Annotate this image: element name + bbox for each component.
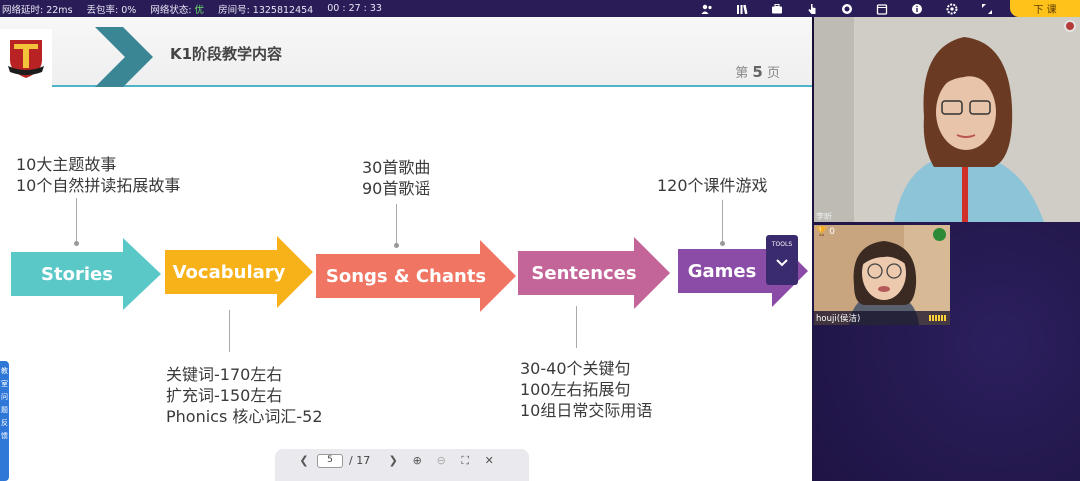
- sentences-note-line: 10组日常交际用语: [520, 401, 653, 420]
- arrow-vocabulary: Vocabulary: [165, 236, 313, 308]
- slide-pager: ❮ 5 / 17 ❯ ⊕ ⊖ ⛶ ✕: [275, 449, 529, 481]
- latency-text: 网络延时: 22ms: [2, 4, 73, 16]
- next-page-button[interactable]: ❯: [386, 454, 400, 467]
- page-number-value: 5: [752, 63, 763, 81]
- vocabulary-note-line: 扩充词-150左右: [166, 386, 283, 405]
- songs-note-line: 30首歌曲: [362, 158, 431, 177]
- page-prefix: 第: [735, 66, 749, 81]
- arrow-games-label: Games: [687, 260, 757, 282]
- arrow-sentences-label: Sentences: [531, 262, 637, 284]
- trophy-icon: 🏆: [816, 227, 828, 237]
- arrow-stories: Stories: [11, 238, 161, 310]
- songs-note-line: 90首歌谣: [362, 179, 431, 198]
- stories-note-line: 10个自然拼读拓展故事: [16, 176, 181, 195]
- feedback-tab-label: 教室问题反馈: [1, 367, 8, 440]
- briefcase-icon[interactable]: [770, 2, 783, 15]
- courseware-slide: K1阶段教学内容 第 5 页 10大主题故事 10个自然拼读拓展故事 30首歌曲…: [0, 17, 812, 481]
- feedback-side-tab[interactable]: 教室问题反馈: [0, 361, 9, 481]
- fit-screen-icon[interactable]: ⛶: [458, 454, 472, 468]
- slide-title: K1阶段教学内容: [170, 45, 283, 63]
- reward-icon[interactable]: [840, 2, 853, 15]
- teacher-name: 李昕: [816, 212, 832, 221]
- slide-header: K1阶段教学内容 第 5 页: [0, 17, 812, 87]
- users-icon[interactable]: [700, 2, 713, 15]
- arrow-stories-label: Stories: [41, 263, 113, 285]
- library-icon[interactable]: [735, 2, 748, 15]
- pointer-hand-icon[interactable]: [805, 2, 818, 15]
- network-status-value: 优: [194, 4, 205, 16]
- total-pages-text: / 17: [349, 454, 371, 467]
- sentences-note-line: 100左右拓展句: [520, 380, 631, 399]
- page-input[interactable]: 5: [317, 454, 343, 468]
- stories-note-line: 10大主题故事: [16, 155, 117, 174]
- sentences-note: 30-40个关键句 100左右拓展句 10组日常交际用语: [520, 358, 652, 421]
- slide-page-number: 第 5 页: [735, 62, 780, 81]
- close-icon[interactable]: ✕: [482, 454, 496, 467]
- arrow-songs-label: Songs & Chants: [325, 265, 487, 287]
- school-logo: [0, 29, 52, 87]
- room-number-text: 房间号: 1325812454: [218, 4, 314, 16]
- video-panel: 李昕 🏆 0 houji(侯洁): [812, 17, 1080, 481]
- connector-line: [576, 306, 577, 348]
- fullscreen-icon[interactable]: [980, 2, 993, 15]
- chevron-down-icon: [776, 259, 788, 267]
- reward-count-value: 0: [829, 227, 835, 237]
- teacher-video-frame: [814, 17, 1080, 222]
- toolbar-icons: [700, 0, 1015, 17]
- games-note-line: 120个课件游戏: [657, 176, 768, 195]
- record-icon[interactable]: [1064, 20, 1076, 32]
- student-video-frame: [814, 225, 950, 325]
- student-video: 🏆 0 houji(侯洁): [814, 225, 950, 325]
- mic-level-icon: [929, 315, 946, 321]
- vocabulary-note-line: 关键词-170左右: [166, 365, 283, 384]
- arrow-songs-chants: Songs & Chants: [316, 240, 516, 312]
- chevron-right-icon: [95, 27, 153, 87]
- tools-button[interactable]: TOOLS: [766, 235, 798, 285]
- network-status-label: 网络状态:: [150, 4, 195, 16]
- sentences-note-line: 30-40个关键句: [520, 359, 631, 378]
- end-class-button[interactable]: 下 课: [1010, 0, 1080, 17]
- pen-permission-icon[interactable]: [933, 228, 946, 241]
- calendar-icon[interactable]: [875, 2, 888, 15]
- arrow-vocabulary-label: Vocabulary: [172, 261, 286, 283]
- reward-count: 🏆 0: [816, 227, 835, 237]
- class-timer: 00 : 27 : 33: [327, 3, 382, 14]
- vocabulary-note-line: Phonics 核心词汇-52: [166, 407, 323, 426]
- vocabulary-note: 关键词-170左右 扩充词-150左右 Phonics 核心词汇-52: [166, 364, 323, 427]
- stories-note: 10大主题故事 10个自然拼读拓展故事: [16, 154, 180, 196]
- prev-page-button[interactable]: ❮: [297, 454, 311, 467]
- network-status: 网络状态: 优: [150, 2, 204, 16]
- info-icon[interactable]: [910, 2, 923, 15]
- status-bar: 网络延时: 22ms 丢包率: 0% 网络状态: 优 房间号: 13258124…: [0, 0, 1080, 17]
- teacher-video: 李昕: [814, 17, 1080, 222]
- tools-label: TOOLS: [771, 241, 793, 248]
- zoom-out-icon[interactable]: ⊖: [434, 454, 448, 467]
- zoom-in-icon[interactable]: ⊕: [410, 454, 424, 467]
- packet-loss-text: 丢包率: 0%: [86, 4, 137, 16]
- songs-note: 30首歌曲 90首歌谣: [362, 157, 430, 199]
- arrow-sentences: Sentences: [518, 237, 670, 309]
- games-note: 120个课件游戏: [657, 175, 768, 196]
- page-suffix: 页: [766, 66, 780, 81]
- student-name: houji(侯洁): [816, 314, 861, 324]
- connector-line: [229, 310, 230, 352]
- settings-gear-icon[interactable]: [945, 2, 958, 15]
